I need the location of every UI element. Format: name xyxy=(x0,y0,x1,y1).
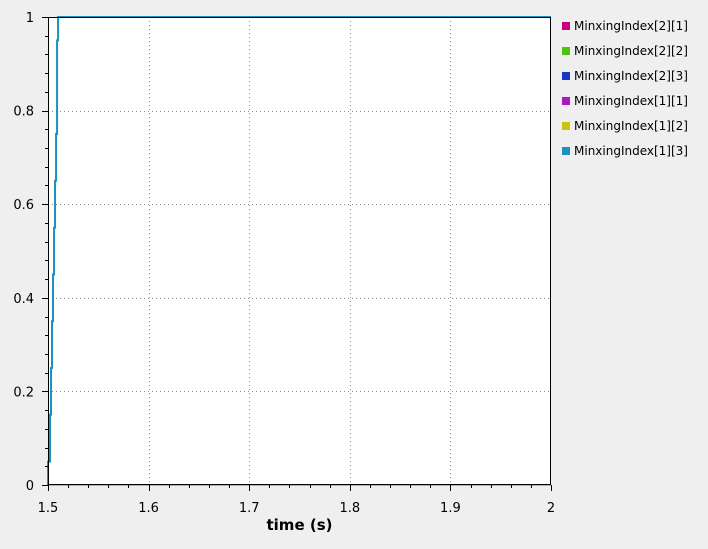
x-axis-title: time (s) xyxy=(267,516,333,534)
legend-swatch xyxy=(562,97,570,105)
x-tick-label: 1.8 xyxy=(339,501,360,516)
y-tick-label: 0.8 xyxy=(13,105,34,120)
x-tick-label: 1.6 xyxy=(138,501,159,516)
x-tick-label: 1.9 xyxy=(440,501,461,516)
legend-entry-label: MinxingIndex[1][1] xyxy=(574,94,688,108)
y-tick-label: 1 xyxy=(26,11,34,26)
legend-entry-label: MinxingIndex[1][3] xyxy=(574,144,688,158)
x-tick-label: 1.7 xyxy=(239,501,260,516)
legend-entry-label: MinxingIndex[1][2] xyxy=(574,119,688,133)
y-tick-label: 0.6 xyxy=(13,198,34,213)
x-tick-label: 1.5 xyxy=(38,501,59,516)
legend-swatch xyxy=(562,22,570,30)
legend-entry-label: MinxingIndex[2][3] xyxy=(574,69,688,83)
chart-svg: 1.5 1.6 1.7 1.8 1.9 2 0 0.2 0.4 0.6 0.8 1 time (s)… xyxy=(13,11,688,534)
y-tick-label: 0.4 xyxy=(13,292,34,307)
y-tick-label: 0.2 xyxy=(13,385,34,400)
legend-entry-label: MinxingIndex[2][1] xyxy=(574,19,688,33)
x-tick-label: 2 xyxy=(547,501,555,516)
plot-area xyxy=(48,17,551,485)
legend-swatch xyxy=(562,47,570,55)
y-tick-labels: 0 0.2 0.4 0.6 0.8 1 xyxy=(13,11,34,494)
legend-swatch xyxy=(562,122,570,130)
x-tick-labels: 1.5 1.6 1.7 1.8 1.9 2 xyxy=(38,501,555,516)
y-tick-label: 0 xyxy=(26,479,34,494)
legend-entry-label: MinxingIndex[2][2] xyxy=(574,44,688,58)
legend-swatch xyxy=(562,72,570,80)
legend: MinxingIndex[2][1] MinxingIndex[2][2] Minx… xyxy=(562,19,688,158)
legend-swatch xyxy=(562,147,570,155)
